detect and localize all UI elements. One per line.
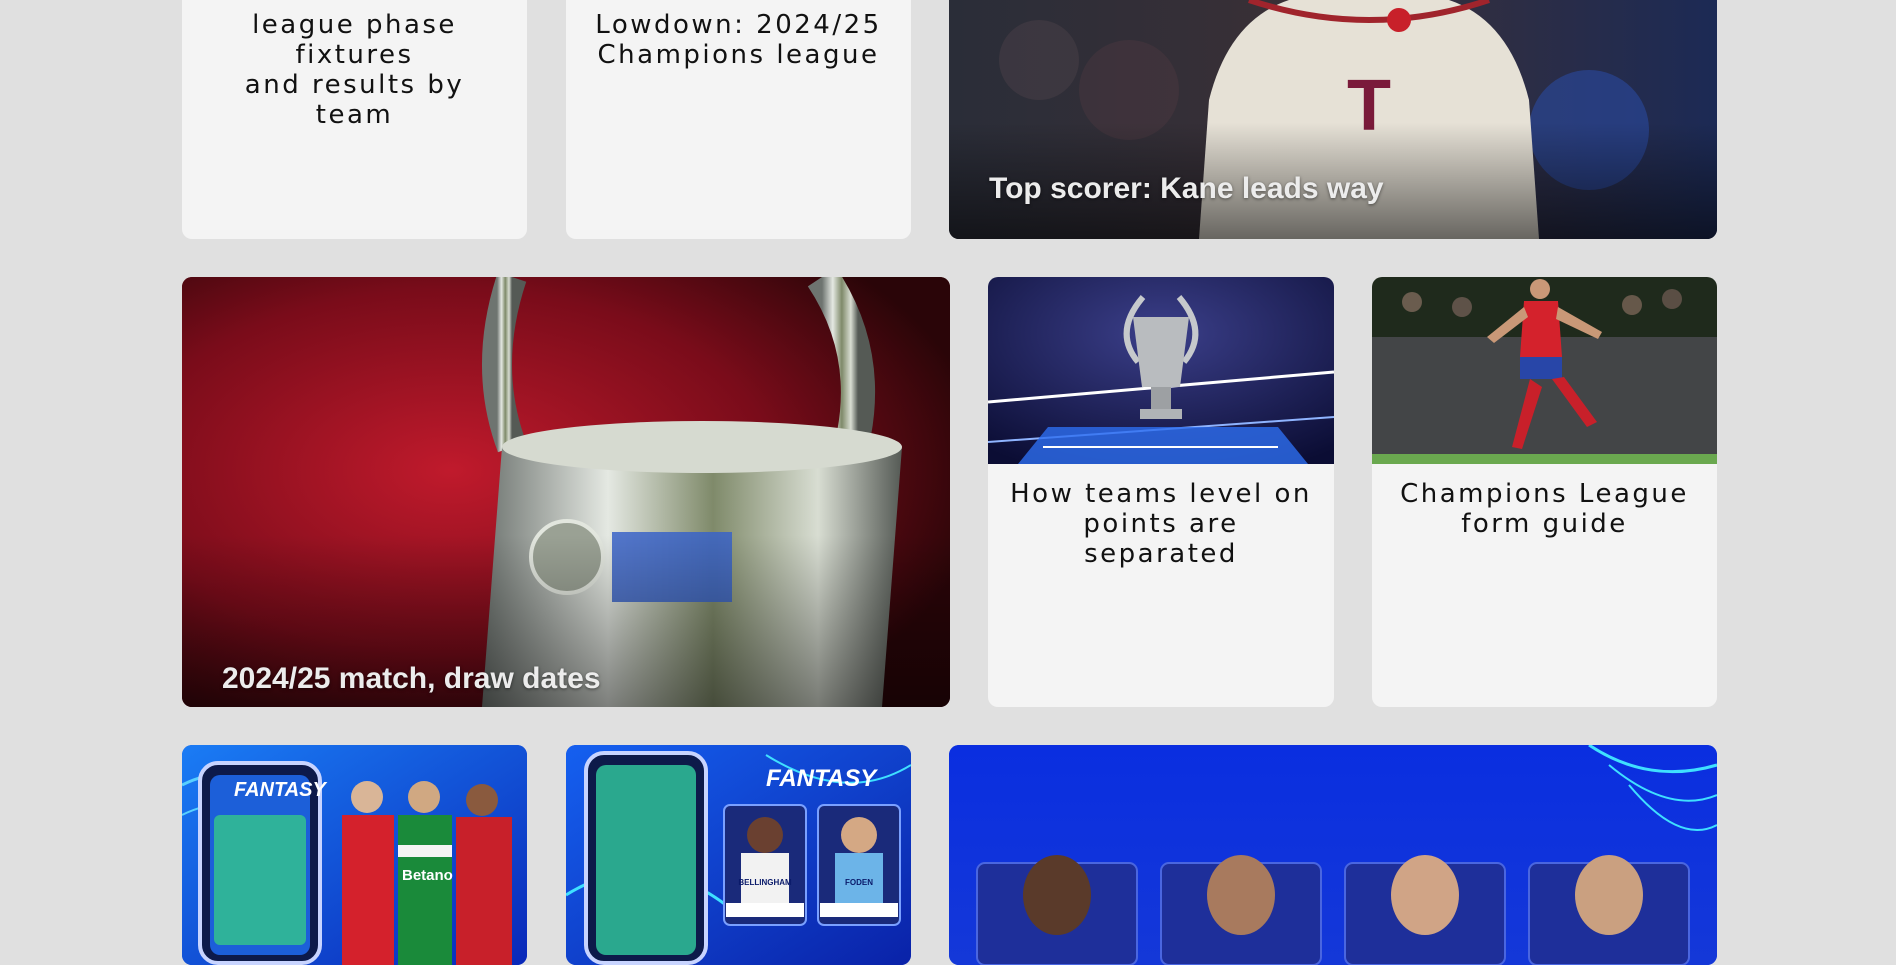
player-running-photo — [1372, 277, 1717, 464]
title-line: points are separated — [1083, 509, 1239, 569]
player-label: FODEN — [845, 878, 873, 887]
card-title: Top scorer: Kane leads way — [989, 172, 1384, 205]
fantasy-logo-text: FANTASY — [234, 779, 326, 801]
players-promo-card[interactable] — [949, 745, 1717, 965]
fantasy-promo-image — [182, 745, 527, 965]
draw-dates-card[interactable]: 2024/25 match, draw dates — [182, 277, 950, 707]
card-title: Champions League form guide — [1372, 479, 1717, 539]
trophy-photo — [182, 277, 950, 707]
card-title: 2024/25 match, draw dates — [222, 662, 601, 695]
title-line: league phase fixtures — [252, 10, 457, 70]
level-points-card[interactable]: How teams level on points are separated — [988, 277, 1334, 707]
fantasy-promo-card-1[interactable]: FANTASY Betano — [182, 745, 527, 965]
card-title: How teams level on points are separated — [988, 479, 1334, 569]
trophy-stage-photo — [988, 277, 1334, 464]
title-line: form guide — [1461, 509, 1628, 539]
form-guide-card[interactable]: Champions League form guide — [1372, 277, 1717, 707]
fantasy-promo-card-2[interactable]: FANTASY BELLINGHAM FODEN — [566, 745, 911, 965]
title-line: Champions league — [597, 40, 880, 70]
players-lineup-image — [949, 745, 1717, 965]
card-title: league phase fixtures and results by tea… — [182, 10, 527, 130]
player-label: BELLINGHAM — [738, 878, 792, 887]
sponsor-text: Betano — [402, 867, 453, 884]
fantasy-logo-text: FANTASY — [766, 765, 877, 792]
title-line: Lowdown: 2024/25 — [595, 10, 882, 40]
top-scorer-card[interactable]: T Top scorer: Kane leads way — [949, 0, 1717, 239]
title-line: and results by team — [244, 70, 465, 130]
title-line: Champions League — [1400, 479, 1689, 509]
card-title: Lowdown: 2024/25 Champions league — [566, 10, 911, 70]
fixtures-card[interactable]: league phase fixtures and results by tea… — [182, 0, 527, 239]
title-line: How teams level on — [1010, 479, 1312, 509]
lowdown-card[interactable]: Lowdown: 2024/25 Champions league — [566, 0, 911, 239]
